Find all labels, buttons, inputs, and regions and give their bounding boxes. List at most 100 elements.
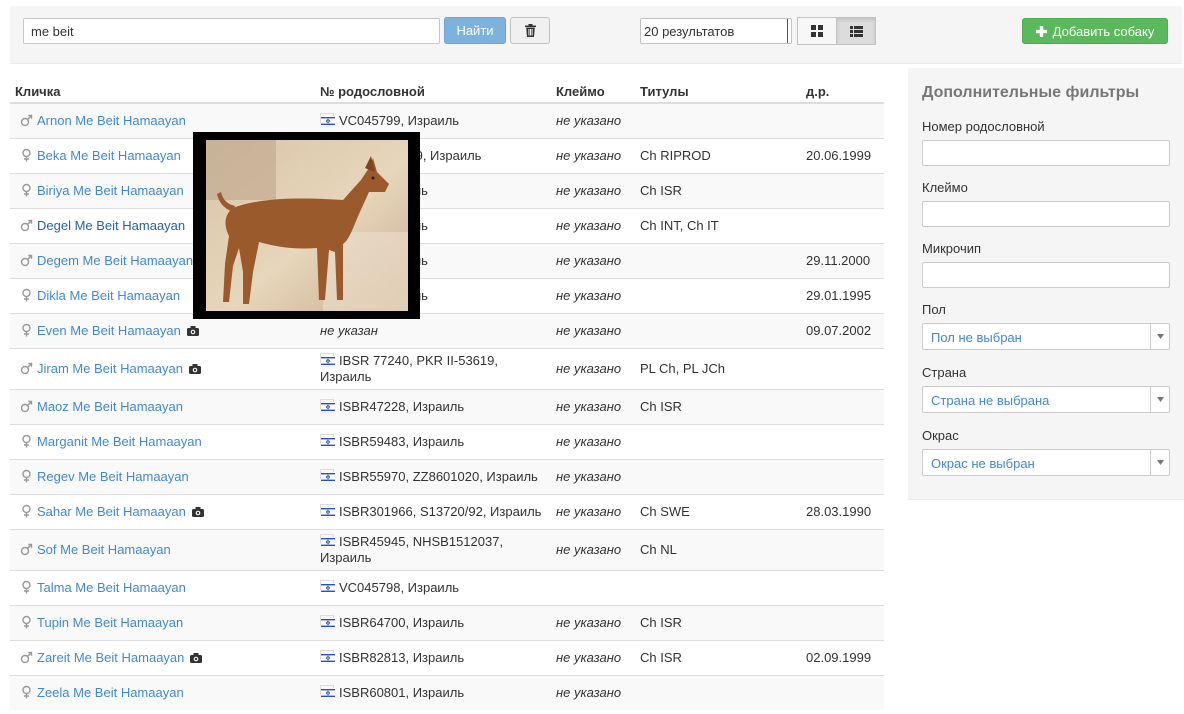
add-dog-label: Добавить собаку (1052, 23, 1155, 39)
gender-filter-select[interactable]: Пол не выбран (922, 323, 1170, 350)
cell-brand: не указано (551, 388, 635, 424)
cell-brand: не указано (551, 207, 635, 243)
cell-name: Zareit Me Beit Hamaayan (10, 639, 315, 675)
list-icon (849, 25, 863, 37)
cell-titles: Ch ISR (635, 388, 801, 424)
camera-icon[interactable] (186, 324, 199, 336)
pedigree-number: ISBR64700, Израиль (339, 614, 465, 630)
cell-pedigree: VC045798, Израиль (315, 569, 551, 605)
male-symbol-icon (20, 650, 33, 664)
cell-pedigree: ISBR47228, Израиль (315, 388, 551, 424)
gender-filter-label: Пол (922, 302, 946, 317)
cell-titles (635, 312, 801, 348)
dog-name-link[interactable]: Degem Me Beit Hamaayan (37, 253, 193, 268)
results-per-page-value: 20 результатов (644, 24, 735, 39)
cell-pedigree: ISBR45945, NHSB1512037, Израиль (315, 528, 551, 570)
select-edge (787, 19, 791, 43)
dog-name-link[interactable]: Even Me Beit Hamaayan (37, 323, 181, 338)
column-header-pedigree[interactable]: № родословной (315, 80, 551, 104)
dog-name-link[interactable]: Arnon Me Beit Hamaayan (37, 113, 186, 128)
dog-name-link[interactable]: Marganit Me Beit Hamaayan (37, 434, 202, 449)
cell-birth-date (801, 569, 884, 605)
pedigree-number: IBSR 77240, PKR II-53619, Израиль (320, 352, 498, 384)
cell-brand: не указано (551, 458, 635, 494)
cell-titles (635, 277, 801, 313)
dog-name-link[interactable]: Zeela Me Beit Hamaayan (37, 685, 184, 700)
column-header-titles[interactable]: Титулы (635, 80, 801, 104)
search-input[interactable] (23, 18, 440, 44)
camera-icon[interactable] (191, 505, 204, 517)
country-filter-select[interactable]: Страна не выбрана (922, 386, 1170, 413)
dog-name-link[interactable]: Jiram Me Beit Hamaayan (37, 361, 183, 376)
cell-brand: не указано (551, 277, 635, 313)
filters-title: Дополнительные фильтры (922, 84, 1140, 101)
dog-name-link[interactable]: Regev Me Beit Hamaayan (37, 469, 189, 484)
israel-flag-icon (320, 433, 335, 447)
cell-brand: не указано (551, 604, 635, 640)
table-row: Biriya Me Beit HamaayanISBR, Израильне у… (10, 172, 884, 208)
cell-brand: не указано (551, 137, 635, 173)
cell-birth-date: 29.01.1995 (801, 277, 884, 313)
dog-name-link[interactable]: Tupin Me Beit Hamaayan (37, 615, 183, 630)
israel-flag-icon (320, 579, 335, 593)
results-per-page-select[interactable]: 20 результатов (640, 18, 792, 44)
color-filter-select[interactable]: Окрас не выбран (922, 449, 1170, 476)
column-header-brand[interactable]: Клеймо (551, 80, 635, 104)
add-dog-button[interactable]: Добавить собаку (1022, 18, 1168, 44)
dog-name-link[interactable]: Sof Me Beit Hamaayan (37, 542, 171, 557)
cell-titles: Ch INT, Ch IT (635, 207, 801, 243)
cell-birth-date (801, 604, 884, 640)
dog-name-link[interactable]: Sahar Me Beit Hamaayan (37, 504, 186, 519)
dogs-table: Кличка № родословной Клеймо Титулы д.р. … (10, 80, 884, 710)
grid-view-button[interactable] (797, 17, 837, 45)
find-button[interactable]: Найти (444, 17, 506, 44)
column-header-birth[interactable]: д.р. (801, 80, 884, 104)
cell-brand: не указано (551, 312, 635, 348)
chevron-down-icon (1150, 324, 1169, 349)
dog-name-link[interactable]: Degel Me Beit Hamaayan (37, 218, 185, 233)
dog-photo (206, 140, 408, 311)
female-symbol-icon (20, 288, 33, 302)
cell-birth-date: 28.03.1990 (801, 493, 884, 529)
dog-name-link[interactable]: Maoz Me Beit Hamaayan (37, 399, 183, 414)
cell-titles (635, 674, 801, 710)
cell-birth-date: 20.06.1999 (801, 137, 884, 173)
cell-birth-date (801, 528, 884, 570)
grid-icon (811, 25, 823, 37)
microchip-filter-input[interactable] (922, 262, 1170, 288)
brand-filter-input[interactable] (922, 201, 1170, 227)
dog-name-link[interactable]: Talma Me Beit Hamaayan (37, 580, 186, 595)
dog-name-link[interactable]: Biriya Me Beit Hamaayan (37, 183, 184, 198)
brand-filter-label: Клеймо (922, 180, 968, 195)
male-symbol-icon (20, 113, 33, 127)
dog-name-link[interactable]: Zareit Me Beit Hamaayan (37, 650, 184, 665)
camera-icon[interactable] (190, 651, 203, 663)
column-header-name[interactable]: Кличка (10, 80, 315, 104)
cell-titles (635, 242, 801, 278)
dog-name-link[interactable]: Beka Me Beit Hamaayan (37, 148, 181, 163)
cell-name: Maoz Me Beit Hamaayan (10, 388, 315, 424)
camera-icon[interactable] (188, 362, 201, 374)
cell-name: Regev Me Beit Hamaayan (10, 458, 315, 494)
cell-birth-date: 09.07.2002 (801, 312, 884, 348)
clear-search-button[interactable] (510, 17, 550, 44)
cell-titles (635, 458, 801, 494)
table-row: Marganit Me Beit Hamaayan ISBR59483, Изра… (10, 423, 884, 459)
cell-birth-date: 02.09.1999 (801, 639, 884, 675)
pedigree-number: ISBR301966, S13720/92, Израиль (339, 503, 542, 519)
cell-pedigree: ISBR55970, ZZ8601020, Израиль (315, 458, 551, 494)
list-view-button[interactable] (836, 17, 876, 45)
table-row: Tupin Me Beit Hamaayan ISBR64700, Израиль… (10, 604, 884, 640)
cell-brand: не указано (551, 172, 635, 208)
pedigree-filter-input[interactable] (922, 140, 1170, 166)
pedigree-number: ISBR55970, ZZ8601020, Израиль (339, 468, 538, 484)
view-toggle-group (797, 17, 876, 45)
cell-brand: не указано (551, 242, 635, 278)
table-row: Degem Me Beit HamaayanISBR, Израильне ук… (10, 242, 884, 278)
israel-flag-icon (320, 112, 335, 126)
pedigree-filter-label: Номер родословной (922, 119, 1045, 134)
female-symbol-icon (20, 434, 33, 448)
dog-name-link[interactable]: Dikla Me Beit Hamaayan (37, 288, 180, 303)
country-filter-label: Страна (922, 365, 967, 380)
table-row: Degel Me Beit HamaayanISBR, Израильне ук… (10, 207, 884, 243)
